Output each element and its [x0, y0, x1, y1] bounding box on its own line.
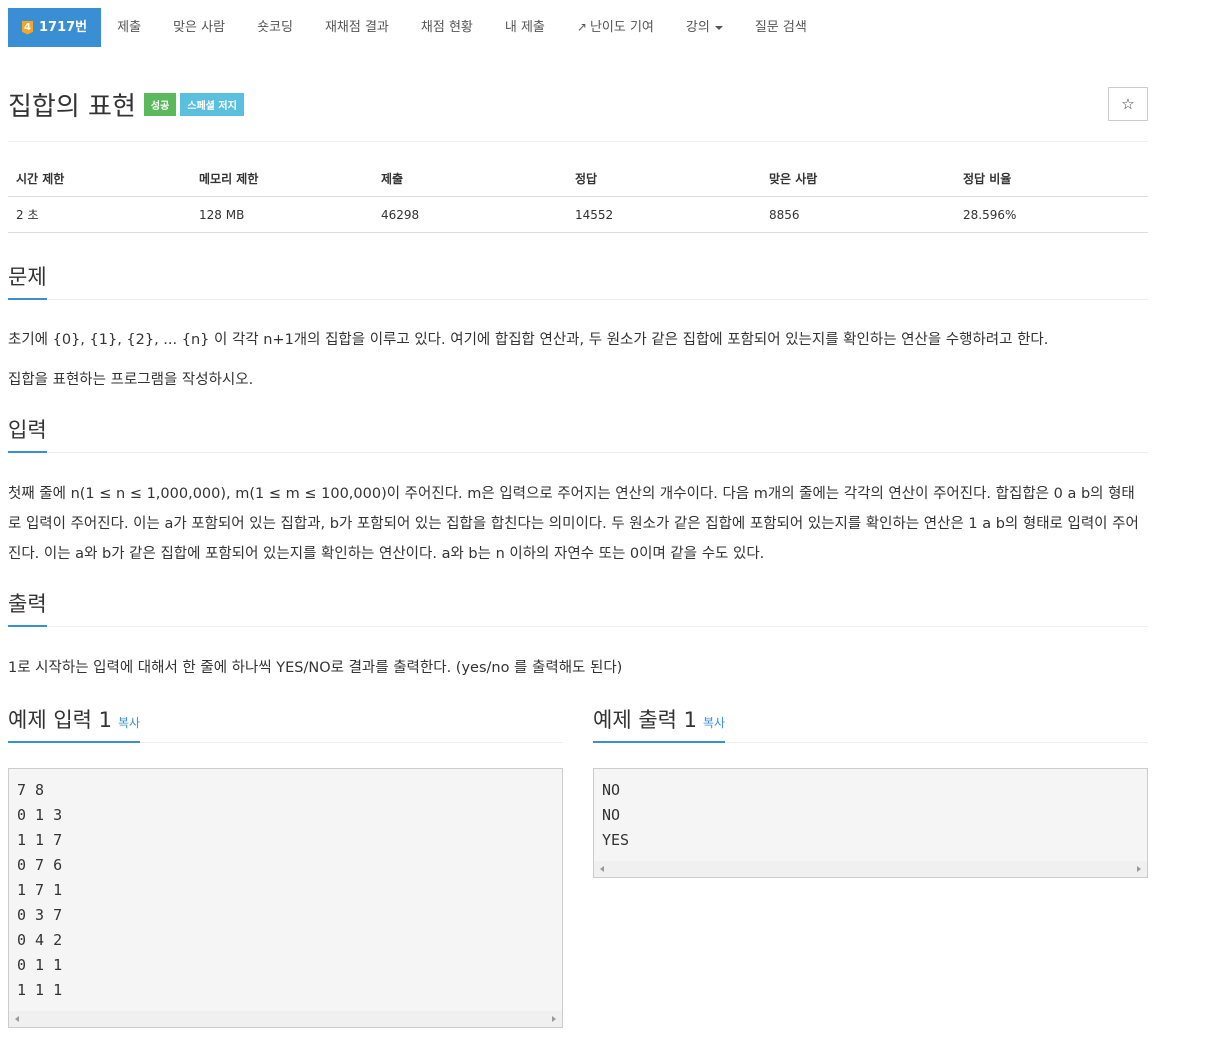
problem-description-1: 초기에 {0}, {1}, {2}, ... {n} 이 각각 n+1개의 집합… [8, 332, 1049, 348]
nav-status[interactable]: 채점 현황 [405, 8, 489, 47]
success-badge: 성공 [143, 93, 177, 116]
nav-submit[interactable]: 제출 [101, 8, 157, 47]
favorite-button[interactable]: ☆ [1108, 87, 1148, 121]
nav-question-search[interactable]: 질문 검색 [739, 8, 823, 47]
value-accepted: 14552 [567, 196, 761, 233]
external-link-icon: ↗ [576, 20, 587, 34]
value-ratio: 28.596% [955, 196, 1148, 233]
sample-output-text: NO NO YES [602, 781, 630, 849]
scroll-right-icon[interactable] [1137, 866, 1141, 872]
value-time-limit: 2 초 [8, 196, 191, 233]
nav-problem-tab[interactable]: 4 1717번 [8, 8, 102, 47]
star-icon: ☆ [1121, 95, 1135, 113]
problem-header: 집합의 표현 성공 스페셜 저지 [8, 86, 244, 123]
info-header-row: 시간 제한 메모리 제한 제출 정답 맞은 사람 정답 비율 [8, 160, 1148, 197]
sample-input-text: 7 8 0 1 3 1 1 7 0 7 6 1 7 1 0 3 7 0 4 2 … [17, 781, 63, 999]
tier-icon: 4 [22, 20, 33, 35]
input-section-header: 입력 [8, 413, 1148, 453]
sample-output-header: 예제 출력 1 복사 [593, 703, 1148, 743]
caret-down-icon [714, 25, 723, 30]
sample-output-title-text: 예제 출력 1 [593, 708, 697, 732]
scroll-left-icon[interactable] [600, 866, 604, 872]
title-divider [8, 141, 1148, 142]
problem-section-header: 문제 [8, 260, 1148, 300]
nav-short-coding[interactable]: 숏코딩 [241, 8, 309, 47]
problem-description-2: 집합을 표현하는 프로그램을 작성하시오. [8, 372, 254, 388]
problem-title: 집합의 표현 [8, 92, 136, 122]
input-description: 첫째 줄에 n(1 ≤ n ≤ 1,000,000), m(1 ≤ m ≤ 10… [8, 486, 1139, 562]
header-ratio: 정답 비율 [955, 160, 1148, 197]
value-memory-limit: 128 MB [191, 196, 373, 233]
horizontal-scrollbar[interactable] [594, 861, 1147, 877]
nav-problem-label: 1717번 [39, 20, 88, 35]
output-description: 1로 시작하는 입력에 대해서 한 줄에 하나씩 YES/NO로 결과를 출력한… [8, 660, 623, 676]
nav-rejudge-results[interactable]: 재채점 결과 [309, 8, 405, 47]
sample-input-header: 예제 입력 1 복사 [8, 703, 563, 743]
problem-info-table: 시간 제한 메모리 제한 제출 정답 맞은 사람 정답 비율 2 초 128 M… [8, 160, 1148, 233]
nav-lecture-label: 강의 [685, 20, 710, 35]
copy-input-button[interactable]: 복사 [118, 716, 140, 730]
nav-difficulty-label: 난이도 기여 [589, 20, 654, 35]
problem-menu: 4 1717번 제출 맞은 사람 숏코딩 재채점 결과 채점 현황 내 제출 ↗… [8, 8, 823, 47]
value-solvers: 8856 [761, 196, 955, 233]
nav-lecture-dropdown[interactable]: 강의 [670, 8, 739, 47]
sample-input-title-text: 예제 입력 1 [8, 708, 112, 732]
nav-my-submissions[interactable]: 내 제출 [489, 8, 561, 47]
output-section-title: 출력 [8, 588, 47, 627]
nav-difficulty-contribution[interactable]: ↗ 난이도 기여 [561, 8, 670, 47]
header-accepted: 정답 [567, 160, 761, 197]
horizontal-scrollbar[interactable] [9, 1011, 562, 1027]
header-time-limit: 시간 제한 [8, 160, 191, 197]
sample-input-title: 예제 입력 1 복사 [8, 704, 141, 743]
sample-input-box[interactable]: 7 8 0 1 3 1 1 7 0 7 6 1 7 1 0 3 7 0 4 2 … [8, 768, 563, 1028]
value-submissions: 46298 [373, 196, 567, 233]
info-value-row: 2 초 128 MB 46298 14552 8856 28.596% [8, 196, 1148, 233]
output-section-header: 출력 [8, 587, 1148, 627]
copy-output-button[interactable]: 복사 [703, 716, 725, 730]
special-judge-badge: 스페셜 저지 [180, 93, 244, 116]
header-solvers: 맞은 사람 [761, 160, 955, 197]
header-submissions: 제출 [373, 160, 567, 197]
input-section-title: 입력 [8, 414, 47, 453]
sample-output-box[interactable]: NO NO YES [593, 768, 1148, 878]
problem-section-title: 문제 [8, 261, 47, 300]
sample-output-title: 예제 출력 1 복사 [593, 704, 726, 743]
header-memory-limit: 메모리 제한 [191, 160, 373, 197]
scroll-right-icon[interactable] [552, 1016, 556, 1022]
scroll-left-icon[interactable] [15, 1016, 19, 1022]
nav-accepted-users[interactable]: 맞은 사람 [157, 8, 241, 47]
